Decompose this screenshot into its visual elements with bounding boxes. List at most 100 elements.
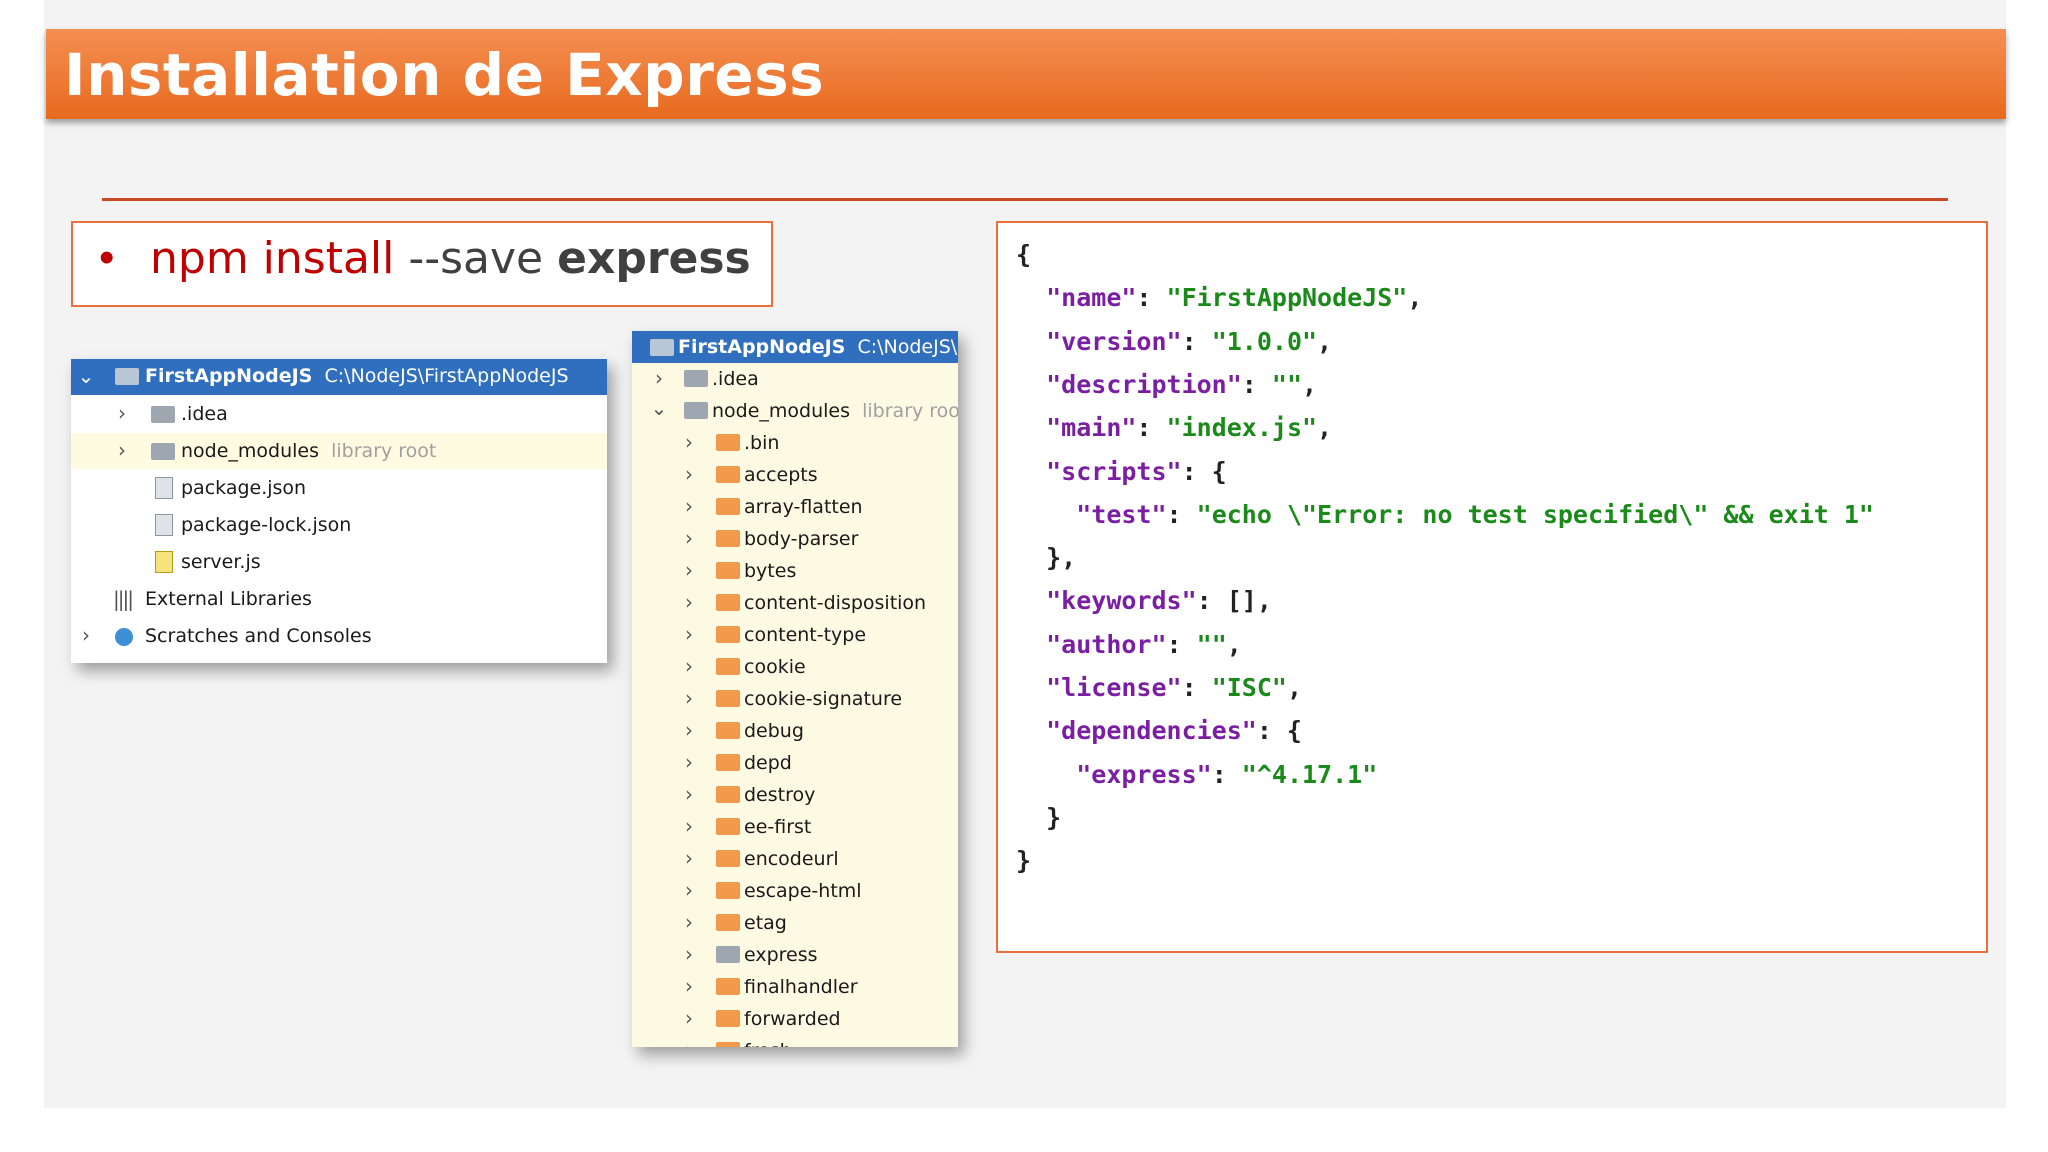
chevron-right-icon[interactable]: › [678, 430, 700, 454]
module-folder-row[interactable]: › ee-first [632, 811, 958, 843]
chevron-right-icon[interactable]: › [111, 438, 133, 462]
module-folder-row[interactable]: › body-parser [632, 523, 958, 555]
chevron-right-icon[interactable]: › [678, 590, 700, 614]
chevron-right-icon[interactable]: › [678, 558, 700, 582]
module-folder-row[interactable]: › cookie [632, 651, 958, 683]
chevron-right-icon[interactable]: › [678, 526, 700, 550]
module-folder-row[interactable]: › destroy [632, 779, 958, 811]
module-folder-row[interactable]: › etag [632, 907, 958, 939]
tree-item-external-libraries[interactable]: |||| External Libraries [71, 581, 607, 617]
folder-icon [716, 466, 740, 483]
project-folder-icon [650, 339, 674, 356]
modules-item-node-modules[interactable]: ⌄ node_modules library root [632, 395, 958, 427]
chevron-right-icon[interactable]: › [678, 462, 700, 486]
modules-root-row[interactable]: FirstAppNodeJS C:\NodeJS\First [632, 331, 958, 363]
tree-item-server-js[interactable]: server.js [71, 544, 607, 580]
folder-icon [716, 754, 740, 771]
modules-root-path: C:\NodeJS\First [857, 336, 958, 358]
command-package: express [557, 233, 751, 284]
tree-item-idea[interactable]: › .idea [71, 396, 607, 432]
module-folder-row[interactable]: › cookie-signature [632, 683, 958, 715]
module-folder-row[interactable]: › fresh [632, 1035, 958, 1047]
chevron-right-icon[interactable]: › [75, 623, 97, 647]
code-line: "name": "FirstAppNodeJS", [1046, 283, 1423, 313]
module-folder-row[interactable]: › express [632, 939, 958, 971]
code-line: } [1016, 846, 1032, 876]
libraries-icon: |||| [113, 587, 134, 611]
folder-icon [716, 530, 740, 547]
module-folder-label: content-type [744, 624, 867, 646]
chevron-right-icon[interactable]: › [678, 846, 700, 870]
slide-title: Installation de Express [64, 41, 825, 109]
folder-icon [716, 882, 740, 899]
modules-root-name: FirstAppNodeJS [678, 336, 846, 358]
chevron-right-icon[interactable]: › [678, 622, 700, 646]
tree-item-package-lock-json[interactable]: package-lock.json [71, 507, 607, 543]
chevron-down-icon[interactable]: ⌄ [648, 396, 670, 420]
command-save: --save [394, 233, 558, 284]
module-folder-row[interactable]: › array-flatten [632, 491, 958, 523]
code-line: "license": "ISC", [1046, 673, 1303, 702]
chevron-right-icon[interactable]: › [678, 878, 700, 902]
module-folder-row[interactable]: › bytes [632, 555, 958, 587]
command-box: • npm install --save express [71, 221, 773, 307]
module-folder-row[interactable]: › .bin [632, 427, 958, 459]
module-folder-label: express [744, 944, 818, 966]
chevron-right-icon[interactable]: › [678, 910, 700, 934]
chevron-right-icon[interactable]: › [678, 494, 700, 518]
folder-icon [716, 1010, 740, 1027]
module-folder-row[interactable]: › debug [632, 715, 958, 747]
command-npm: npm install [150, 233, 395, 284]
folder-icon [716, 658, 740, 675]
chevron-right-icon[interactable]: › [678, 814, 700, 838]
module-folder-row[interactable]: › encodeurl [632, 843, 958, 875]
tree-item-label: .idea [181, 403, 228, 425]
chevron-right-icon[interactable]: › [678, 1038, 700, 1047]
module-folder-label: accepts [744, 464, 818, 486]
project-folder-icon [115, 368, 139, 385]
tree-item-scratches[interactable]: › Scratches and Consoles [71, 618, 607, 654]
code-line: "author": "", [1046, 629, 1242, 659]
project-root-path: C:\NodeJS\FirstAppNodeJS [324, 365, 569, 387]
project-tree-panel: ⌄ FirstAppNodeJS C:\NodeJS\FirstAppNodeJ… [71, 359, 607, 663]
module-folder-label: escape-html [744, 880, 862, 902]
chevron-right-icon[interactable]: › [678, 750, 700, 774]
command-line: npm install --save express [150, 233, 751, 284]
chevron-right-icon[interactable]: › [678, 1006, 700, 1030]
module-folder-row[interactable]: › depd [632, 747, 958, 779]
chevron-right-icon[interactable]: › [111, 401, 133, 425]
library-root-label: library root [331, 440, 437, 462]
chevron-right-icon[interactable]: › [678, 686, 700, 710]
folder-icon [716, 626, 740, 643]
module-folder-label: cookie [744, 656, 806, 678]
folder-icon [716, 850, 740, 867]
tree-item-node-modules[interactable]: › node_modules library root [71, 433, 607, 469]
module-folder-row[interactable]: › accepts [632, 459, 958, 491]
code-line: "keywords": [], [1046, 586, 1272, 616]
module-folder-row[interactable]: › forwarded [632, 1003, 958, 1035]
chevron-down-icon[interactable]: ⌄ [75, 364, 97, 388]
folder-icon [684, 370, 708, 387]
module-folder-label: encodeurl [744, 848, 839, 870]
module-folder-row[interactable]: › content-type [632, 619, 958, 651]
folder-icon [151, 443, 175, 460]
title-bar: Installation de Express [46, 29, 2006, 119]
module-folder-label: forwarded [744, 1008, 841, 1030]
code-line: "scripts": { [1046, 456, 1227, 486]
chevron-right-icon[interactable]: › [678, 654, 700, 678]
module-folder-row[interactable]: › escape-html [632, 875, 958, 907]
folder-icon [716, 498, 740, 515]
module-folder-label: ee-first [744, 816, 812, 838]
chevron-right-icon[interactable]: › [678, 718, 700, 742]
json-file-icon [155, 477, 173, 499]
module-folder-row[interactable]: › finalhandler [632, 971, 958, 1003]
chevron-right-icon[interactable]: › [678, 942, 700, 966]
chevron-right-icon[interactable]: › [678, 974, 700, 998]
tree-item-package-json[interactable]: package.json [71, 470, 607, 506]
chevron-right-icon[interactable]: › [678, 782, 700, 806]
code-line: "version": "1.0.0", [1046, 326, 1333, 356]
chevron-right-icon[interactable]: › [648, 366, 670, 390]
module-folder-row[interactable]: › content-disposition [632, 587, 958, 619]
modules-item-idea[interactable]: › .idea [632, 363, 958, 395]
project-root-row[interactable]: ⌄ FirstAppNodeJS C:\NodeJS\FirstAppNodeJ… [71, 359, 607, 395]
